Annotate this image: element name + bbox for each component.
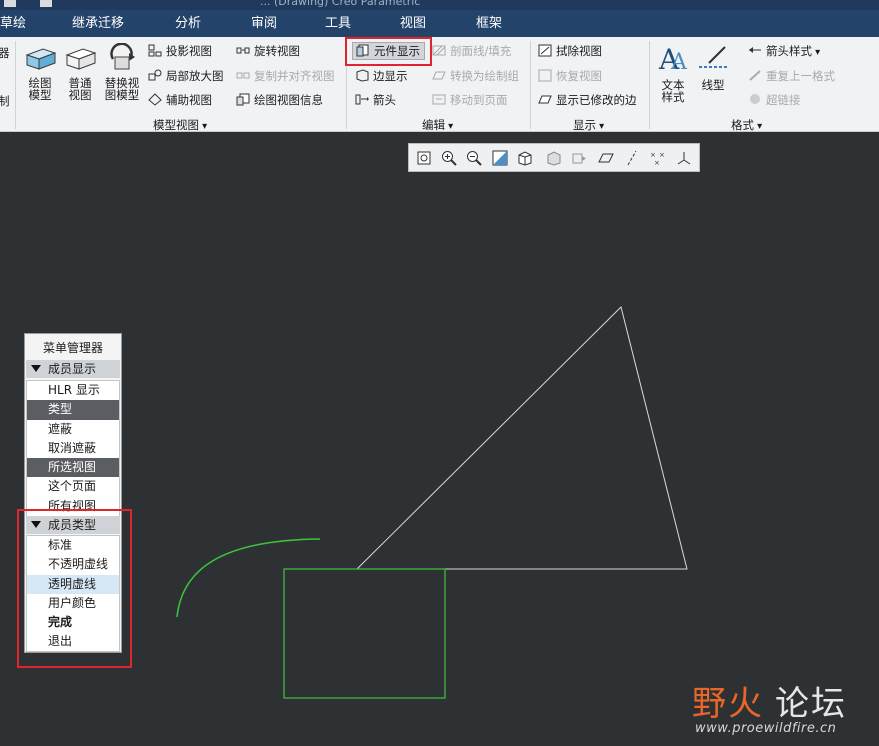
member-display-title: 成员显示 [48,362,97,376]
watermark-logo-part2: 论坛 [775,684,847,724]
menu-item-selected-view[interactable]: 所选视图 [27,458,119,478]
menu-manager-title: 菜单管理器 [42,341,103,355]
member-display-list: HLR 显示 类型 遮蔽 取消遮蔽 所选视图 这个页面 所有视图 [26,380,120,518]
collapse-triangle-icon [31,365,41,372]
triangle-view-edge[interactable] [356,306,688,570]
watermark-logo-part1: 野火 [692,684,764,724]
menu-item-hlr-display[interactable]: HLR 显示 [27,381,119,400]
rectangle-view-edge[interactable] [283,568,446,699]
watermark-url: www.proewildfire.cn [695,721,837,736]
menu-item-type[interactable]: 类型 [27,400,119,420]
arc-entity[interactable] [176,538,321,618]
highlight-box-member-type [17,509,132,668]
member-display-header[interactable]: 成员显示 [26,360,120,378]
menu-item-unblank[interactable]: 取消遮蔽 [27,439,119,458]
menu-item-blank[interactable]: 遮蔽 [27,420,119,439]
menu-item-this-page[interactable]: 这个页面 [27,477,119,496]
